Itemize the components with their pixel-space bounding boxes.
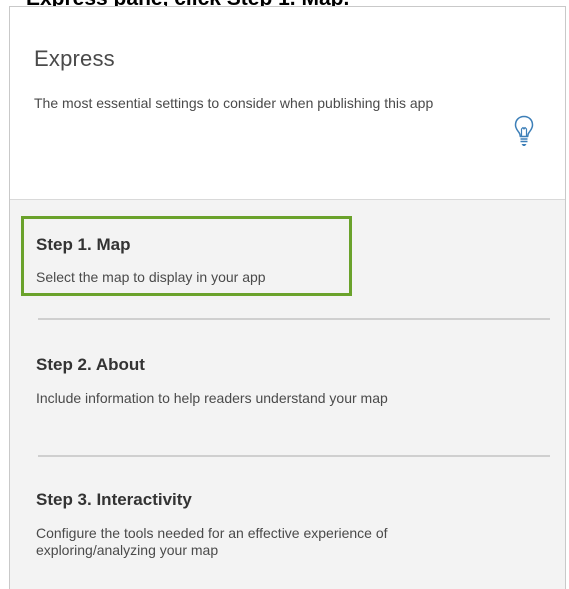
panel-description: The most essential settings to consider … (34, 95, 434, 111)
panel-title: Express (34, 46, 115, 71)
step-2-item[interactable]: Step 2. About Include information to hel… (36, 355, 536, 407)
lightbulb-icon[interactable] (513, 114, 535, 148)
express-header: Express The most essential settings to c… (10, 7, 565, 200)
steps-list: Step 1. Map Select the map to display in… (10, 200, 565, 589)
step-3-item[interactable]: Step 3. Interactivity Configure the tool… (36, 490, 536, 559)
step-1-item[interactable]: Step 1. Map Select the map to display in… (36, 235, 536, 286)
step-divider (38, 318, 550, 320)
step-1-title: Step 1. Map (36, 235, 131, 254)
express-panel: Express The most essential settings to c… (9, 6, 566, 589)
step-2-description: Include information to help readers unde… (36, 390, 388, 406)
step-2-title: Step 2. About (36, 355, 145, 374)
step-1-description: Select the map to display in your app (36, 269, 266, 285)
step-3-title: Step 3. Interactivity (36, 490, 192, 509)
step-3-description: Configure the tools needed for an effect… (36, 525, 388, 558)
screenshot-root: Express pane, click Step 1. Map. Express… (0, 0, 569, 589)
step-divider (38, 455, 550, 457)
